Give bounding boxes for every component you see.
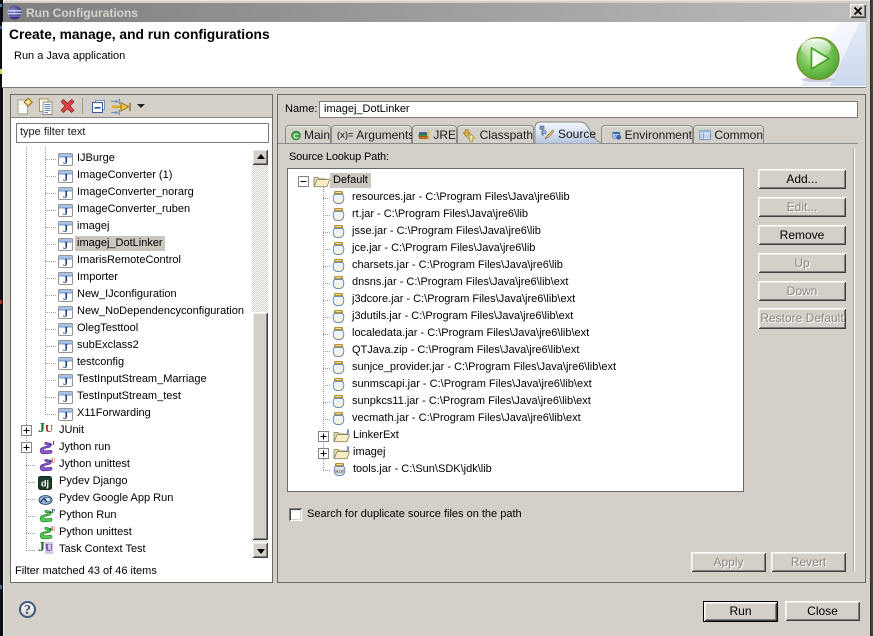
svg-text:J: J (63, 241, 68, 251)
svg-text:J: J (63, 207, 68, 217)
svg-text:J: J (63, 394, 68, 404)
svg-text:dj: dj (41, 479, 49, 489)
svg-text:J: J (63, 156, 68, 166)
svg-text:J: J (63, 343, 68, 353)
svg-text:J: J (63, 190, 68, 200)
svg-text:U: U (51, 457, 56, 464)
svg-text:J: J (63, 173, 68, 183)
svg-text:010: 010 (336, 470, 344, 474)
svg-text:J: J (63, 292, 68, 302)
svg-text:C: C (293, 131, 299, 140)
svg-text:J: J (346, 429, 350, 436)
svg-text:J: J (51, 440, 55, 447)
svg-text:J: J (63, 411, 68, 421)
svg-text:J: J (63, 258, 68, 268)
svg-text:J: J (63, 275, 68, 285)
svg-text:J: J (63, 377, 68, 387)
svg-text:P: P (51, 508, 55, 515)
svg-text:J: J (63, 326, 68, 336)
svg-text:J: J (63, 360, 68, 370)
svg-text:U: U (51, 525, 56, 532)
svg-text:J: J (346, 446, 350, 453)
svg-text:J: J (63, 224, 68, 234)
svg-text:J: J (63, 309, 68, 319)
